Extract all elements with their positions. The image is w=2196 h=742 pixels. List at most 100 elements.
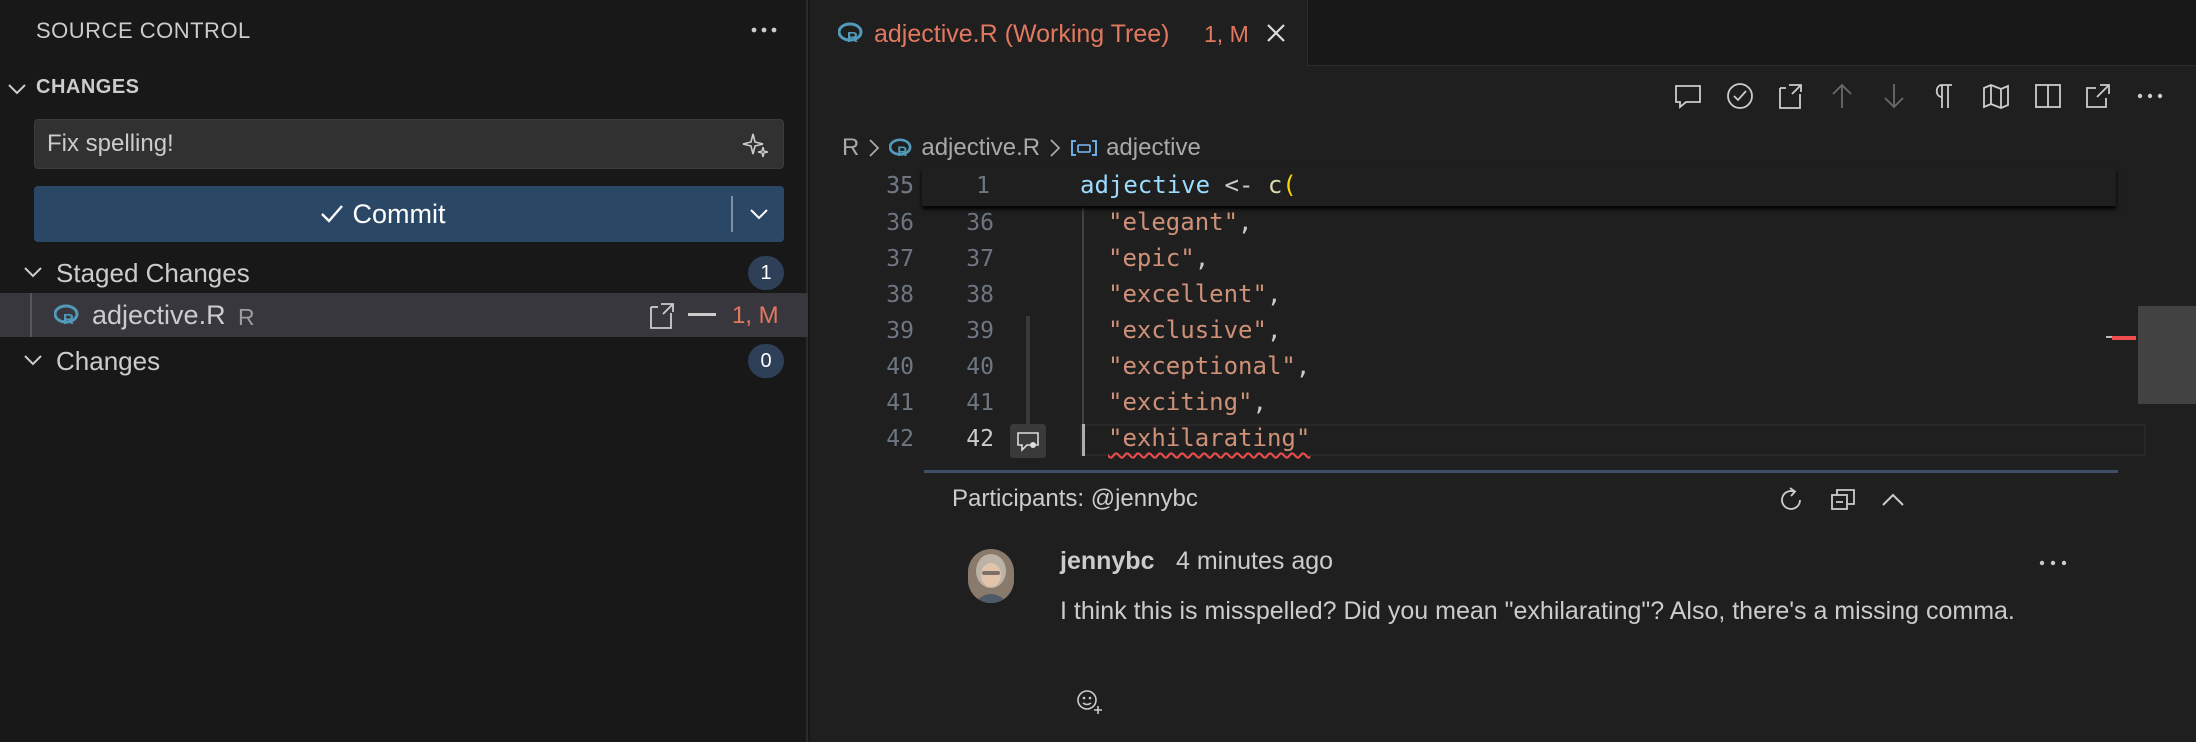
pilcrow-icon[interactable] <box>1928 80 1960 112</box>
commit-label: Commit <box>352 198 446 229</box>
r-file-icon: R <box>838 22 863 44</box>
scrollbar-thumb[interactable] <box>2138 306 2196 404</box>
staged-count-badge: 1 <box>748 256 784 290</box>
tab-adjective-working-tree[interactable]: R adjective.R (Working Tree) 1, M <box>810 0 1308 66</box>
staged-changes-group[interactable]: Staged Changes 1 <box>0 250 808 294</box>
open-external-icon[interactable] <box>2082 80 2114 112</box>
file-status: 1, M <box>732 302 779 329</box>
line-number-old: 38 <box>886 282 914 308</box>
chevron-up-icon[interactable] <box>1878 485 1908 515</box>
code-line: adjective <- c( <box>1080 171 1297 199</box>
text-cursor <box>1082 424 1085 456</box>
indent-guide <box>1082 206 1084 456</box>
close-icon[interactable] <box>1264 21 1288 45</box>
arrow-down-icon[interactable] <box>1878 80 1910 112</box>
commit-button-group: Commit <box>34 186 784 242</box>
breadcrumb-symbol[interactable]: adjective <box>1070 134 1201 162</box>
svg-text:R: R <box>898 144 908 158</box>
chevron-down-icon <box>750 209 768 220</box>
tab-bar: R adjective.R (Working Tree) 1, M <box>810 0 2196 66</box>
changes-section-header[interactable]: CHANGES <box>0 72 808 106</box>
code-line: "elegant", <box>1108 208 1253 236</box>
refresh-icon[interactable] <box>1776 485 1806 515</box>
line-number-new: 38 <box>966 282 994 308</box>
section-title: CHANGES <box>36 76 140 98</box>
file-name: adjective.R <box>92 300 226 330</box>
file-go-icon[interactable] <box>1774 80 1806 112</box>
breadcrumb-folder[interactable]: R <box>842 134 859 162</box>
line-number-old: 35 <box>886 173 914 199</box>
code-line: "exclusive", <box>1108 316 1282 344</box>
map-icon[interactable] <box>1980 80 2012 112</box>
comment-gutter-button[interactable] <box>1010 424 1046 458</box>
line-number-old: 37 <box>886 246 914 272</box>
code-line: "exciting", <box>1108 388 1267 416</box>
sidebar-more-actions-button[interactable] <box>748 16 780 44</box>
collapse-all-icon[interactable] <box>1828 485 1858 515</box>
line-number-old: 42 <box>886 426 914 452</box>
commit-dropdown-button[interactable] <box>734 186 784 242</box>
chevron-down-icon <box>24 355 42 366</box>
check-circle-icon[interactable] <box>1724 80 1756 112</box>
line-number-new: 41 <box>966 390 994 416</box>
ellipsis-icon[interactable] <box>2134 80 2166 112</box>
tree-indent-guide <box>30 293 32 337</box>
r-file-icon: R <box>889 138 912 158</box>
comment-timestamp: 4 minutes ago <box>1176 547 1334 575</box>
avatar <box>968 549 1014 603</box>
comment-participants: Participants: @jennybc <box>952 485 1198 512</box>
ellipsis-icon[interactable] <box>2036 553 2070 573</box>
sparkle-icon[interactable] <box>741 131 771 159</box>
changes-label: Changes <box>56 346 161 376</box>
line-number-old: 41 <box>886 390 914 416</box>
breadcrumb-file-label: adjective.R <box>921 134 1041 161</box>
breadcrumb: R R adjective.R adjective <box>842 132 1201 164</box>
staged-changes-label: Staged Changes <box>56 258 250 288</box>
symbol-variable-icon <box>1071 140 1097 156</box>
line-number-old: 36 <box>886 210 914 236</box>
arrow-up-icon[interactable] <box>1826 80 1858 112</box>
breadcrumb-file[interactable]: R adjective.R <box>889 134 1040 162</box>
svg-text:R: R <box>63 311 74 326</box>
ellipsis-icon <box>751 27 777 33</box>
code-line-current: "exhilarating" <box>1108 424 1310 452</box>
sticky-scroll-header[interactable]: 35 1 adjective <- c( <box>886 168 2116 206</box>
changes-group[interactable]: Changes 0 <box>0 338 808 382</box>
tab-status: 1, M <box>1204 21 1249 47</box>
comment-icon <box>1017 432 1039 452</box>
commit-message-input[interactable] <box>47 120 707 168</box>
chevron-down-icon <box>24 267 42 278</box>
line-number-new: 36 <box>966 210 994 236</box>
chevron-right-icon <box>869 139 880 157</box>
sidebar-title: SOURCE CONTROL <box>36 18 251 43</box>
code-line: "epic", <box>1108 244 1210 272</box>
comment-body: I think this is misspelled? Did you mean… <box>1060 597 2015 625</box>
comment-author[interactable]: jennybc <box>1060 547 1154 576</box>
changes-count-badge: 0 <box>748 344 784 378</box>
r-file-icon: R <box>54 304 79 326</box>
line-number-new: 1 <box>976 173 990 199</box>
line-number-old: 39 <box>886 318 914 344</box>
line-number-new: 37 <box>966 246 994 272</box>
breadcrumb-symbol-label: adjective <box>1106 134 1201 161</box>
commit-separator <box>731 196 733 232</box>
code-line: "excellent", <box>1108 280 1282 308</box>
chevron-down-icon <box>8 84 26 95</box>
tab-title: adjective.R (Working Tree) <box>874 20 1170 48</box>
line-number-old: 40 <box>886 354 914 380</box>
overview-ruler-error <box>2112 336 2136 340</box>
commit-button[interactable]: Commit <box>34 186 730 242</box>
check-icon <box>320 205 343 223</box>
source-control-sidebar: SOURCE CONTROL CHANGES Commit Staged Cha… <box>0 0 808 742</box>
svg-text:R: R <box>847 29 858 44</box>
unstage-minus-icon[interactable] <box>688 313 716 316</box>
line-number-new-current: 42 <box>966 426 994 452</box>
chevron-right-icon <box>1050 139 1061 157</box>
staged-file-row[interactable]: R adjective.R R 1, M <box>0 293 808 337</box>
split-icon[interactable] <box>2032 80 2064 112</box>
comment-icon[interactable] <box>1672 80 1704 112</box>
open-file-icon[interactable] <box>646 301 676 331</box>
reaction-icon[interactable] <box>1074 686 1104 716</box>
line-number-new: 39 <box>966 318 994 344</box>
commit-message-box[interactable] <box>34 119 784 169</box>
